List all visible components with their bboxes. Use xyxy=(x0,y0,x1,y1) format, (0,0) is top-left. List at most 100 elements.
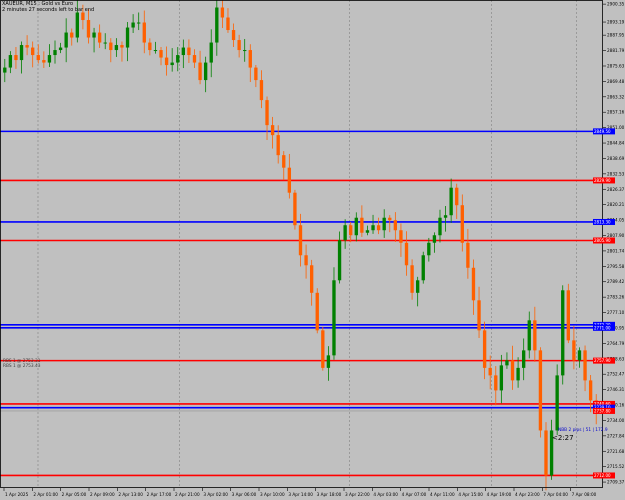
candlestick-series xyxy=(3,0,598,491)
price-tick-label: 2752.47 xyxy=(607,372,625,377)
candle-body xyxy=(142,22,146,43)
candle-body xyxy=(376,225,381,231)
price-tick-label: 2715.52 xyxy=(607,464,625,469)
candle-body xyxy=(92,32,96,38)
time-tick-label: 4 Apr 19:00 xyxy=(487,492,512,497)
candle-body xyxy=(482,330,487,368)
candle-body xyxy=(164,57,169,66)
candle-body xyxy=(566,290,570,341)
candle-body xyxy=(53,50,57,56)
candle-body xyxy=(527,320,531,351)
time-tick-label: 3 Apr 22:00 xyxy=(345,492,370,497)
time-tick-label: 3 Apr 02:00 xyxy=(203,492,228,497)
candle-body xyxy=(488,367,492,376)
candle-body xyxy=(388,217,392,221)
candle-body xyxy=(360,217,364,233)
candle-body xyxy=(298,225,303,256)
candle-body xyxy=(588,380,593,401)
candle-body xyxy=(349,225,353,236)
time-tick-label: 4 Apr 11:00 xyxy=(430,492,455,497)
price-tick-label: 2832.53 xyxy=(607,171,625,176)
candle-body xyxy=(8,55,13,68)
candle-body xyxy=(309,265,314,293)
candle-body xyxy=(421,255,425,281)
candle-body xyxy=(471,267,476,301)
price-tick-label: 2838.69 xyxy=(607,156,625,161)
price-tick-label: 2721.68 xyxy=(607,449,625,454)
candle-body xyxy=(131,22,135,28)
candle-body xyxy=(36,55,40,61)
time-tick-label: 4 Apr 23:00 xyxy=(515,492,540,497)
candle-body xyxy=(120,45,124,48)
price-chart[interactable]: 2900.35 2893.19 2887.95 2881.79 2875.63 2869.… xyxy=(0,0,625,500)
candle-body xyxy=(332,280,336,356)
candle-body xyxy=(209,42,213,63)
candle-body xyxy=(577,350,582,361)
trade-note: NBB 2 pips | 51 | 172.9 xyxy=(558,427,608,433)
candle-body xyxy=(42,60,46,63)
time-axis: 1 Apr 2025 2 Apr 01:00 2 Apr 05:00 2 Apr 09… xyxy=(3,488,597,497)
candle-body xyxy=(47,55,52,63)
candle-body xyxy=(192,55,197,63)
time-tick-label: 3 Apr 06:00 xyxy=(232,492,257,497)
candle-body xyxy=(81,12,85,21)
candle-body xyxy=(449,187,453,216)
candle-body xyxy=(354,217,358,236)
time-tick-label: 7 Apr 08:00 xyxy=(572,492,597,497)
candle-body xyxy=(276,135,280,156)
candle-body xyxy=(97,32,102,43)
price-tick-label: 2709.37 xyxy=(607,480,625,485)
price-tick-label: 2844.84 xyxy=(607,141,625,146)
price-tick-label: 2869.48 xyxy=(607,79,625,84)
price-tick-label: 2887.95 xyxy=(607,33,625,38)
price-tick-label: 2820.21 xyxy=(607,202,625,207)
time-tick-label: 3 Apr 14:00 xyxy=(288,492,313,497)
time-tick-label: 7 Apr 04:00 xyxy=(543,492,568,497)
candle-body xyxy=(510,360,515,381)
candle-body xyxy=(477,300,481,331)
chart-window[interactable]: 2900.35 2893.19 2887.95 2881.79 2875.63 2869.… xyxy=(0,0,625,500)
candle-body xyxy=(494,375,498,391)
candle-body xyxy=(187,47,191,56)
candle-body xyxy=(533,320,537,351)
price-tick-label: 2746.31 xyxy=(607,387,625,392)
candle-body xyxy=(3,67,7,73)
candle-body xyxy=(243,50,247,52)
candle-body xyxy=(505,360,509,366)
candle-body xyxy=(427,242,431,256)
candle-body xyxy=(259,80,264,101)
time-tick-label: 4 Apr 15:00 xyxy=(458,492,483,497)
candle-body xyxy=(315,292,319,331)
candle-body xyxy=(198,62,202,81)
candle-body xyxy=(58,47,63,51)
candle-body xyxy=(455,187,459,206)
level-price-tag-label: 2849.50 xyxy=(594,129,611,134)
candle-body xyxy=(220,7,225,18)
candle-body xyxy=(176,55,180,63)
candle-body xyxy=(125,27,130,48)
price-tick-label: 2875.63 xyxy=(607,63,625,68)
time-tick-label: 1 Apr 2025 xyxy=(5,492,29,497)
candle-body xyxy=(583,350,587,381)
time-tick-label: 4 Apr 03:00 xyxy=(373,492,398,497)
price-tick-label: 2727.84 xyxy=(607,433,625,438)
candle-body xyxy=(522,350,526,368)
time-tick-label: 2 Apr 21:00 xyxy=(175,492,200,497)
candle-body xyxy=(70,32,74,38)
time-tick-label: 2 Apr 09:00 xyxy=(90,492,115,497)
time-tick-label: 2 Apr 05:00 xyxy=(62,492,87,497)
time-tick-label: 3 Apr 18:00 xyxy=(317,492,342,497)
bar-timer-text: 2 minutes 27 seconds left to bar end xyxy=(2,7,95,13)
candle-body xyxy=(103,42,107,44)
candle-body xyxy=(293,192,297,226)
candle-body xyxy=(432,235,437,243)
candle-body xyxy=(561,290,565,376)
time-tick-label: 2 Apr 13:00 xyxy=(118,492,143,497)
candle-body xyxy=(287,167,292,193)
level-price-tag-label: 2805.90 xyxy=(594,238,611,243)
candle-body xyxy=(321,330,325,368)
price-tick-label: 2857.16 xyxy=(607,110,625,115)
candle-body xyxy=(365,230,370,233)
price-tick-label: 2783.26 xyxy=(607,295,625,300)
candle-body xyxy=(343,225,347,241)
